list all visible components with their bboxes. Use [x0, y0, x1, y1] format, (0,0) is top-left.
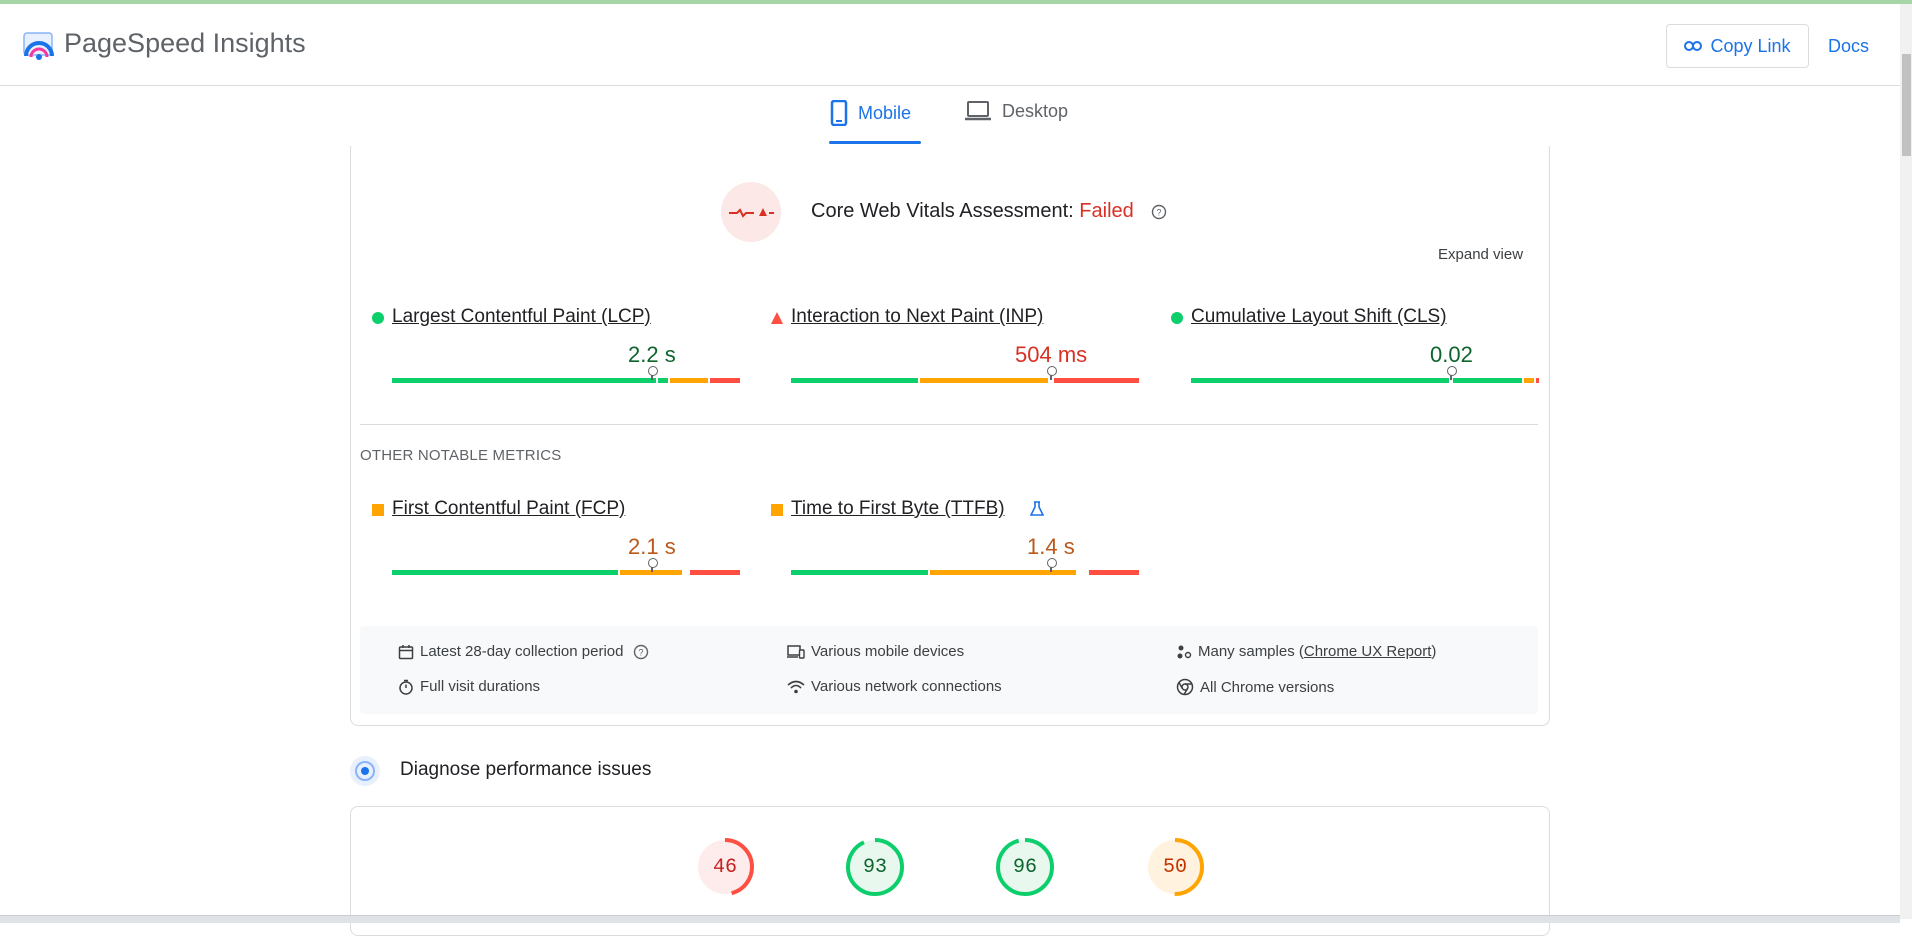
device-tabs: Mobile Desktop — [0, 86, 1900, 146]
copy-link-label: Copy Link — [1710, 35, 1791, 56]
sample-source: Many samples (Chrome UX Report) — [1176, 643, 1436, 660]
metric-fcp-link[interactable]: First Contentful Paint (FCP) — [392, 498, 625, 520]
data-collection-info — [360, 626, 1538, 714]
device-types: Various mobile devices — [787, 643, 964, 660]
network-connections: Various network connections — [787, 678, 1002, 695]
device-types-text: Various mobile devices — [811, 643, 965, 660]
expand-view-button[interactable]: Expand view — [1438, 246, 1523, 263]
average-square-icon — [372, 504, 384, 516]
chrome-icon — [1176, 678, 1194, 696]
average-square-icon — [771, 504, 783, 516]
score-gauge-best-practices[interactable]: 96 — [995, 837, 1055, 897]
metric-inp-value: 504 ms — [1015, 342, 1088, 367]
score-seo-value: 50 — [1162, 855, 1187, 879]
chrome-ux-report-link[interactable]: Chrome UX Report — [1304, 643, 1432, 660]
assessment-failed-icon — [721, 182, 781, 242]
svg-text:?: ? — [639, 647, 644, 657]
network-connections-text: Various network connections — [811, 678, 1002, 695]
metric-lcp-value: 2.2 s — [628, 342, 676, 367]
metric-fcp-distribution-bar — [392, 558, 740, 575]
metric-fcp-marker — [648, 558, 658, 572]
copy-link-button[interactable]: Copy Link — [1666, 24, 1809, 68]
metrics-divider — [360, 424, 1538, 425]
help-icon[interactable]: ? — [1151, 204, 1167, 220]
experimental-flask-icon[interactable] — [1030, 501, 1044, 517]
score-best-practices-value: 96 — [1012, 855, 1037, 879]
timer-icon — [399, 679, 413, 695]
metric-inp-link[interactable]: Interaction to Next Paint (INP) — [791, 306, 1043, 328]
collection-period-text: Latest 28-day collection period — [420, 643, 624, 660]
chrome-versions: All Chrome versions — [1176, 678, 1334, 696]
samples-prefix: Many samples ( — [1198, 643, 1304, 660]
score-gauge-performance[interactable]: 46 — [695, 837, 755, 897]
docs-link[interactable]: Docs — [1828, 36, 1869, 57]
visit-durations: Full visit durations — [398, 678, 540, 695]
metric-ttfb-link[interactable]: Time to First Byte (TTFB) — [791, 498, 1005, 520]
metric-cls-marker — [1447, 366, 1457, 380]
score-accessibility-value: 93 — [862, 855, 887, 879]
tab-desktop[interactable]: Desktop — [964, 100, 1068, 122]
assessment-label: Core Web Vitals Assessment: — [811, 200, 1074, 222]
devices-icon — [787, 644, 805, 659]
sample-source-text: Many samples (Chrome UX Report) — [1198, 643, 1436, 660]
assessment-title: Core Web Vitals Assessment: Failed — [811, 200, 1134, 223]
good-dot-icon — [372, 312, 384, 324]
svg-text:?: ? — [1156, 208, 1161, 218]
metric-cls-value: 0.02 — [1430, 342, 1473, 367]
chrome-versions-text: All Chrome versions — [1200, 678, 1335, 696]
metric-cls-link[interactable]: Cumulative Layout Shift (CLS) — [1191, 306, 1447, 328]
assessment-status: Failed — [1079, 200, 1134, 222]
metric-lcp-distribution-bar — [392, 366, 740, 383]
metric-fcp-value: 2.1 s — [628, 534, 676, 559]
metric-ttfb-marker — [1047, 558, 1057, 572]
score-gauge-accessibility[interactable]: 93 — [845, 837, 905, 897]
calendar-icon — [398, 644, 414, 659]
active-tab-indicator — [829, 141, 921, 144]
metric-inp-distribution-bar — [791, 366, 1139, 383]
samples-suffix: ) — [1431, 643, 1437, 660]
poor-triangle-icon — [771, 312, 783, 324]
score-gauge-seo[interactable]: 50 — [1145, 837, 1205, 897]
tab-desktop-label: Desktop — [1002, 100, 1069, 121]
other-metrics-heading: OTHER NOTABLE METRICS — [360, 447, 562, 464]
wifi-icon — [787, 680, 805, 693]
app-title[interactable]: PageSpeed Insights — [64, 28, 306, 59]
good-dot-icon — [1171, 312, 1183, 324]
score-performance-value: 46 — [712, 855, 737, 879]
metric-inp-marker — [1047, 366, 1057, 380]
link-icon — [1684, 41, 1703, 51]
smartphone-icon — [830, 100, 848, 126]
help-icon[interactable]: ? — [633, 644, 649, 660]
metric-ttfb-value: 1.4 s — [1027, 534, 1075, 559]
metric-ttfb-distribution-bar — [791, 558, 1139, 575]
scrollbar-thumb[interactable] — [1902, 54, 1911, 156]
laptop-icon — [965, 101, 991, 121]
pagespeed-logo-icon[interactable] — [22, 30, 56, 64]
horizontal-scrollbar[interactable] — [0, 915, 1900, 923]
metric-lcp-link[interactable]: Largest Contentful Paint (LCP) — [392, 306, 651, 328]
metric-lcp-marker — [648, 366, 658, 380]
tab-mobile[interactable]: Mobile — [830, 100, 911, 126]
visit-durations-text: Full visit durations — [420, 678, 541, 695]
metric-cls-distribution-bar — [1191, 366, 1539, 383]
tab-mobile-label: Mobile — [858, 102, 912, 123]
app-header: PageSpeed Insights Copy Link Docs — [0, 4, 1900, 86]
samples-icon — [1177, 645, 1192, 658]
collection-period: Latest 28-day collection period ? — [398, 643, 649, 660]
diagnose-icon — [350, 756, 380, 786]
diagnose-heading: Diagnose performance issues — [400, 759, 652, 780]
